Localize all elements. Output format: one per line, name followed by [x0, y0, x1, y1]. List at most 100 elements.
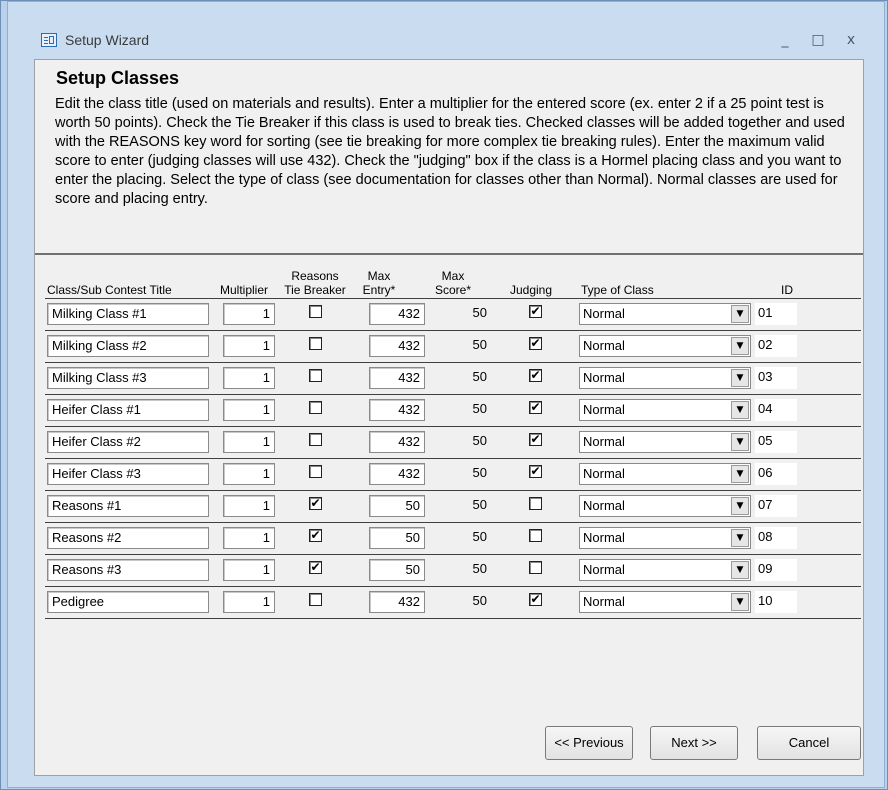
judging-checkbox[interactable] [529, 561, 542, 574]
class-type-select[interactable]: Normal ▼ [579, 591, 751, 613]
class-id-field[interactable]: 04 [755, 399, 797, 421]
tie-breaker-checkbox[interactable] [309, 593, 322, 606]
previous-button[interactable]: << Previous [545, 726, 633, 760]
maximize-button[interactable]: □ [804, 29, 832, 51]
chevron-down-icon[interactable]: ▼ [731, 401, 749, 419]
chevron-down-icon[interactable]: ▼ [731, 529, 749, 547]
judging-checkbox[interactable]: ✔ [529, 401, 542, 414]
judging-checkbox[interactable] [529, 529, 542, 542]
class-type-select[interactable]: Normal ▼ [579, 367, 751, 389]
max-entry-input[interactable]: 432 [369, 303, 425, 325]
max-score-value[interactable]: 50 [431, 527, 487, 549]
tie-breaker-checkbox[interactable] [309, 465, 322, 478]
max-score-value[interactable]: 50 [431, 399, 487, 421]
chevron-down-icon[interactable]: ▼ [731, 305, 749, 323]
multiplier-input[interactable]: 1 [223, 399, 275, 421]
max-score-value[interactable]: 50 [431, 431, 487, 453]
judging-checkbox[interactable]: ✔ [529, 593, 542, 606]
class-type-select[interactable]: Normal ▼ [579, 559, 751, 581]
chevron-down-icon[interactable]: ▼ [731, 593, 749, 611]
max-entry-input[interactable]: 50 [369, 527, 425, 549]
multiplier-input[interactable]: 1 [223, 303, 275, 325]
max-score-value[interactable]: 50 [431, 335, 487, 357]
multiplier-input[interactable]: 1 [223, 559, 275, 581]
class-type-select[interactable]: Normal ▼ [579, 303, 751, 325]
max-score-value[interactable]: 50 [431, 495, 487, 517]
tie-breaker-checkbox[interactable] [309, 401, 322, 414]
class-title-input[interactable]: Reasons #2 [47, 527, 209, 549]
tie-breaker-checkbox[interactable] [309, 369, 322, 382]
max-entry-input[interactable]: 432 [369, 431, 425, 453]
class-title-input[interactable]: Milking Class #1 [47, 303, 209, 325]
class-type-select[interactable]: Normal ▼ [579, 463, 751, 485]
class-type-select[interactable]: Normal ▼ [579, 495, 751, 517]
next-button[interactable]: Next >> [650, 726, 738, 760]
judging-checkbox[interactable]: ✔ [529, 465, 542, 478]
class-title-input[interactable]: Milking Class #2 [47, 335, 209, 357]
tie-breaker-checkbox[interactable]: ✔ [309, 561, 322, 574]
class-type-select[interactable]: Normal ▼ [579, 527, 751, 549]
max-entry-input[interactable]: 50 [369, 559, 425, 581]
max-entry-input[interactable]: 432 [369, 335, 425, 357]
tie-breaker-checkbox[interactable] [309, 305, 322, 318]
chevron-down-icon[interactable]: ▼ [731, 561, 749, 579]
multiplier-input[interactable]: 1 [223, 367, 275, 389]
class-id-field[interactable]: 02 [755, 335, 797, 357]
minimize-button[interactable]: _ [771, 29, 799, 51]
class-row: Reasons #2 1 ✔ 50 50 Normal ▼ 08 [35, 523, 863, 555]
class-type-select[interactable]: Normal ▼ [579, 335, 751, 357]
max-score-value[interactable]: 50 [431, 591, 487, 613]
judging-checkbox[interactable] [529, 497, 542, 510]
max-score-value[interactable]: 50 [431, 559, 487, 581]
chevron-down-icon[interactable]: ▼ [731, 369, 749, 387]
max-score-value[interactable]: 50 [431, 463, 487, 485]
chevron-down-icon[interactable]: ▼ [731, 497, 749, 515]
chevron-down-icon[interactable]: ▼ [731, 337, 749, 355]
max-entry-input[interactable]: 432 [369, 367, 425, 389]
class-title-input[interactable]: Pedigree [47, 591, 209, 613]
class-title-input[interactable]: Heifer Class #3 [47, 463, 209, 485]
class-id-field[interactable]: 03 [755, 367, 797, 389]
tie-breaker-checkbox[interactable] [309, 337, 322, 350]
class-id-field[interactable]: 09 [755, 559, 797, 581]
class-id-field[interactable]: 07 [755, 495, 797, 517]
judging-checkbox[interactable]: ✔ [529, 369, 542, 382]
title-bar[interactable]: Setup Wizard _ □ x [29, 23, 873, 59]
chevron-down-icon[interactable]: ▼ [731, 465, 749, 483]
multiplier-input[interactable]: 1 [223, 527, 275, 549]
multiplier-input[interactable]: 1 [223, 591, 275, 613]
cancel-button[interactable]: Cancel [757, 726, 861, 760]
class-title-input[interactable]: Milking Class #3 [47, 367, 209, 389]
max-entry-input[interactable]: 432 [369, 463, 425, 485]
class-title-input[interactable]: Reasons #3 [47, 559, 209, 581]
max-score-value[interactable]: 50 [431, 367, 487, 389]
class-type-select[interactable]: Normal ▼ [579, 431, 751, 453]
judging-checkbox[interactable]: ✔ [529, 337, 542, 350]
multiplier-input[interactable]: 1 [223, 335, 275, 357]
tie-breaker-checkbox[interactable]: ✔ [309, 497, 322, 510]
judging-checkbox[interactable]: ✔ [529, 433, 542, 446]
max-entry-input[interactable]: 432 [369, 591, 425, 613]
max-score-value[interactable]: 50 [431, 303, 487, 325]
multiplier-input[interactable]: 1 [223, 463, 275, 485]
multiplier-input[interactable]: 1 [223, 495, 275, 517]
class-id-field[interactable]: 06 [755, 463, 797, 485]
close-button[interactable]: x [837, 29, 865, 51]
class-id-field[interactable]: 08 [755, 527, 797, 549]
chevron-down-icon[interactable]: ▼ [731, 433, 749, 451]
class-id-field[interactable]: 10 [755, 591, 797, 613]
class-id-field[interactable]: 01 [755, 303, 797, 325]
class-title-input[interactable]: Reasons #1 [47, 495, 209, 517]
class-row: Heifer Class #1 1 432 50 ✔ Normal ▼ 04 [35, 395, 863, 427]
judging-checkbox[interactable]: ✔ [529, 305, 542, 318]
max-entry-input[interactable]: 50 [369, 495, 425, 517]
max-entry-input[interactable]: 432 [369, 399, 425, 421]
class-id-field[interactable]: 05 [755, 431, 797, 453]
class-type-select[interactable]: Normal ▼ [579, 399, 751, 421]
class-title-input[interactable]: Heifer Class #2 [47, 431, 209, 453]
tie-breaker-checkbox[interactable]: ✔ [309, 529, 322, 542]
class-title-input[interactable]: Heifer Class #1 [47, 399, 209, 421]
multiplier-input[interactable]: 1 [223, 431, 275, 453]
setup-wizard-window: Setup Wizard _ □ x Setup Classes Edit th… [0, 0, 888, 790]
tie-breaker-checkbox[interactable] [309, 433, 322, 446]
